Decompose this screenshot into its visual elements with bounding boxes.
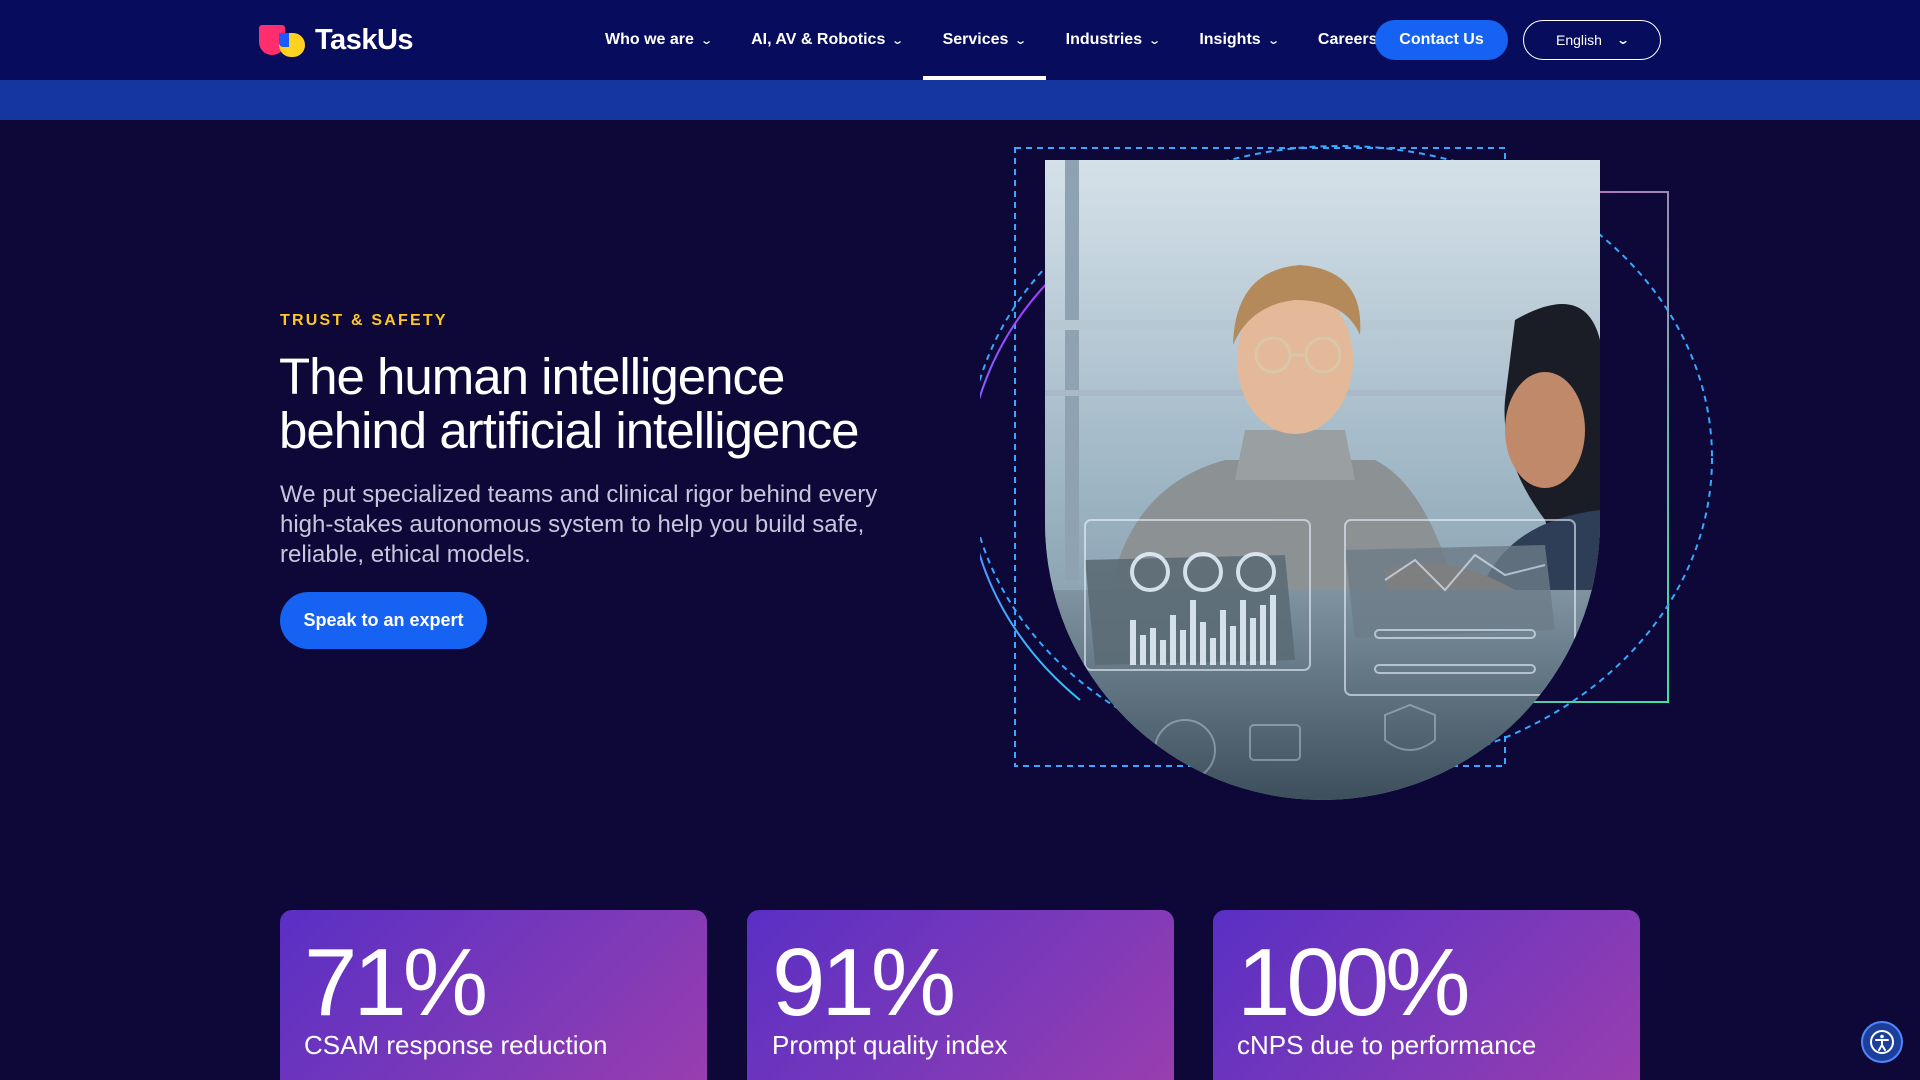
nav-item-ai-av-robotics[interactable]: AI, AV & Robotics ⌄ [731, 0, 922, 80]
sub-navigation-bar [0, 80, 1920, 120]
stat-value: 91% [772, 929, 956, 1036]
hero-headline: The human intelligence behind artificial… [279, 350, 959, 458]
stat-card: 100% cNPS due to performance [1213, 910, 1640, 1080]
hero-illustration [980, 140, 1740, 820]
contact-us-button[interactable]: Contact Us [1375, 20, 1508, 60]
chevron-down-icon: ⌄ [891, 34, 905, 47]
nav-item-industries[interactable]: Industries ⌄ [1046, 0, 1180, 80]
language-value: English [1556, 32, 1602, 48]
nav-item-insights[interactable]: Insights ⌄ [1179, 0, 1298, 80]
stat-label: Prompt quality index [772, 1030, 1008, 1060]
top-navigation: TaskUs Who we are ⌄ AI, AV & Robotics ⌄ … [0, 0, 1920, 80]
accessibility-icon [1870, 1030, 1894, 1054]
speak-to-expert-button[interactable]: Speak to an expert [280, 592, 487, 649]
chevron-down-icon: ⌄ [1148, 34, 1162, 47]
taskus-logo-mark [259, 24, 305, 57]
chevron-down-icon: ⌄ [1266, 34, 1280, 47]
brand-name: TaskUs [315, 24, 414, 56]
chevron-down-icon: ⌄ [1014, 34, 1028, 47]
hero-photo-two-colleagues [1045, 160, 1600, 800]
nav-item-label: AI, AV & Robotics [751, 31, 886, 48]
language-select[interactable]: English ⌄ [1523, 20, 1661, 60]
hero-eyebrow: TRUST & SAFETY [280, 312, 448, 329]
hero-headline-line-1: The human intelligence [279, 348, 785, 405]
nav-item-services[interactable]: Services ⌄ [922, 0, 1046, 80]
stat-label: cNPS due to performance [1237, 1030, 1537, 1060]
nav-item-label: Insights [1199, 31, 1261, 48]
hero-subtext: We put specialized teams and clinical ri… [280, 481, 878, 568]
stat-card: 71% CSAM response reduction [280, 910, 707, 1080]
hero-headline-line-2: behind artificial intelligence [279, 402, 860, 459]
chevron-down-icon: ⌄ [1615, 33, 1630, 47]
nav-item-label: Services [942, 31, 1009, 48]
nav-item-label: Industries [1065, 31, 1143, 48]
stat-value: 100% [1237, 929, 1471, 1036]
chevron-down-icon: ⌄ [700, 34, 713, 47]
taskus-logo[interactable]: TaskUs [259, 24, 414, 57]
stat-value: 71% [304, 929, 488, 1036]
nav-item-who-we-are[interactable]: Who we are ⌄ [585, 0, 731, 80]
stat-label: CSAM response reduction [304, 1030, 608, 1060]
nav-item-label: Careers [1317, 31, 1378, 48]
accessibility-button[interactable] [1861, 1021, 1903, 1063]
main-menu: Who we are ⌄ AI, AV & Robotics ⌄ Service… [585, 0, 1398, 80]
nav-item-label: Who we are [605, 31, 694, 48]
stat-card: 91% Prompt quality index [747, 910, 1174, 1080]
